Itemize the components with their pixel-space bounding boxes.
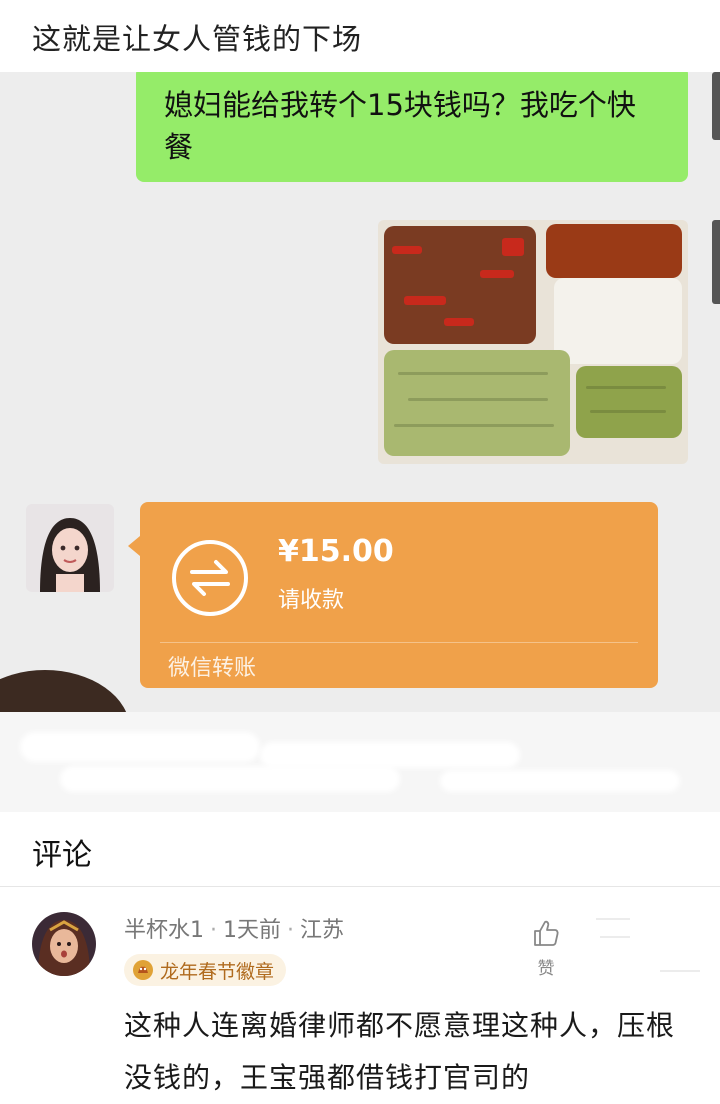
chat-screenshot: 媳妇能给我转个15块钱吗？我吃个快餐 ¥15.00 请收款 微信转账: [0, 72, 720, 712]
comment-username[interactable]: 半杯水1: [124, 918, 204, 943]
comment-location: 江苏: [300, 918, 345, 943]
badge[interactable]: 龙年春节徽章: [124, 954, 287, 986]
transfer-status: 请收款: [278, 588, 345, 613]
avatar[interactable]: [32, 912, 96, 976]
transfer-arrows-icon: [172, 540, 248, 616]
divider: [0, 886, 720, 887]
transfer-amount: ¥15.00: [278, 534, 394, 569]
transfer-footer: 微信转账: [168, 656, 257, 681]
dragon-badge-icon: [133, 960, 153, 980]
divider: [160, 642, 638, 643]
post-title: 这就是让女人管钱的下场: [32, 22, 363, 56]
cropped-avatar: [0, 670, 130, 712]
comment-time: 1天前: [223, 918, 281, 943]
comment-meta: 半杯水1 · 1天前 · 江苏: [124, 918, 345, 943]
redacted-area: [0, 712, 720, 812]
thumbs-up-icon: [534, 920, 559, 946]
outgoing-message-bubble: 媳妇能给我转个15块钱吗？我吃个快餐: [136, 72, 688, 182]
food-photo: [378, 220, 688, 464]
like-label: 赞: [537, 959, 555, 979]
outgoing-message-text: 媳妇能给我转个15块钱吗？我吃个快餐: [164, 88, 636, 164]
decorative-mark: [596, 918, 630, 920]
avatar[interactable]: [26, 504, 114, 592]
like-button[interactable]: 赞: [526, 918, 566, 979]
cropped-avatar: [712, 72, 720, 140]
badge-label: 龙年春节徽章: [160, 960, 275, 983]
transfer-card[interactable]: ¥15.00 请收款 微信转账: [128, 502, 658, 688]
comments-heading: 评论: [32, 838, 92, 873]
decorative-mark: [660, 970, 700, 972]
decorative-mark: [600, 936, 630, 938]
cropped-avatar: [712, 220, 720, 304]
comment-text: 这种人连离婚律师都不愿意理这种人，压根没钱的，王宝强都借钱打官司的: [124, 1009, 676, 1094]
